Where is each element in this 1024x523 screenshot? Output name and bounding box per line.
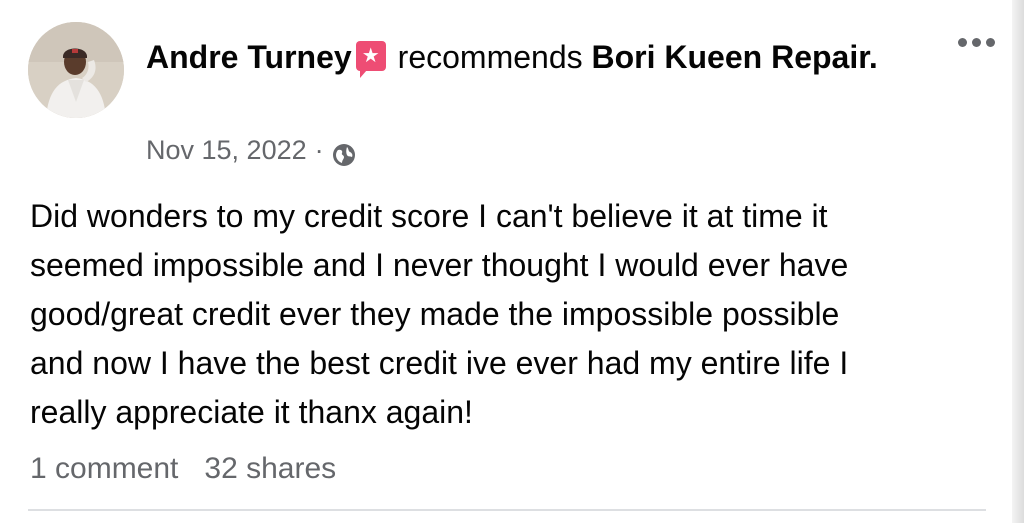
avatar[interactable] <box>28 22 124 118</box>
globe-icon <box>332 138 356 166</box>
recommendation-star-icon: ★ <box>355 41 386 78</box>
post-text: Did wonders to my credit score I can't b… <box>30 198 849 430</box>
post-meta: Nov 15, 2022 · <box>146 130 356 170</box>
post-date[interactable]: Nov 15, 2022 <box>146 130 307 170</box>
share-count[interactable]: 32 shares <box>204 448 336 490</box>
post-header: Andre Turney ★ recommends Bori Kueen Repai… <box>146 34 906 80</box>
post-stats: 1 comment 32 shares <box>30 448 336 490</box>
comment-count[interactable]: 1 comment <box>30 448 178 490</box>
author-name[interactable]: Andre Turney <box>146 39 352 75</box>
more-dot <box>958 38 967 47</box>
divider <box>28 509 986 511</box>
screen-edge <box>1012 0 1024 523</box>
star-glyph: ★ <box>361 45 380 67</box>
more-options-icon[interactable] <box>958 38 998 52</box>
action-text: recommends <box>397 39 583 75</box>
more-dot <box>986 38 995 47</box>
meta-separator: · <box>314 135 324 165</box>
page-name-link[interactable]: Bori Kueen Repair. <box>592 39 878 75</box>
more-dot <box>972 38 981 47</box>
